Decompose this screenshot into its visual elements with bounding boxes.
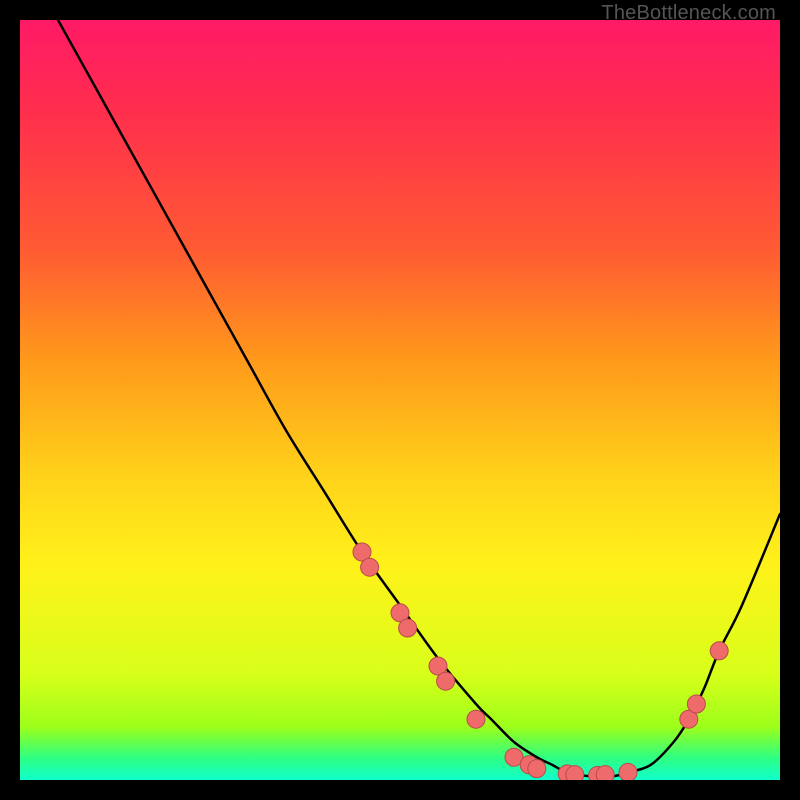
highlight-marker [467, 710, 485, 728]
highlight-marker [437, 672, 455, 690]
highlight-marker [710, 642, 728, 660]
highlight-marker [399, 619, 417, 637]
chart-frame [20, 20, 780, 780]
highlight-marker [566, 766, 584, 780]
plot-area [20, 20, 780, 780]
highlight-marker [619, 763, 637, 780]
highlight-marker [528, 760, 546, 778]
highlight-marker [687, 695, 705, 713]
bottleneck-curve [58, 20, 780, 777]
curve-layer [20, 20, 780, 780]
highlight-marker [596, 766, 614, 780]
highlight-marker [361, 558, 379, 576]
